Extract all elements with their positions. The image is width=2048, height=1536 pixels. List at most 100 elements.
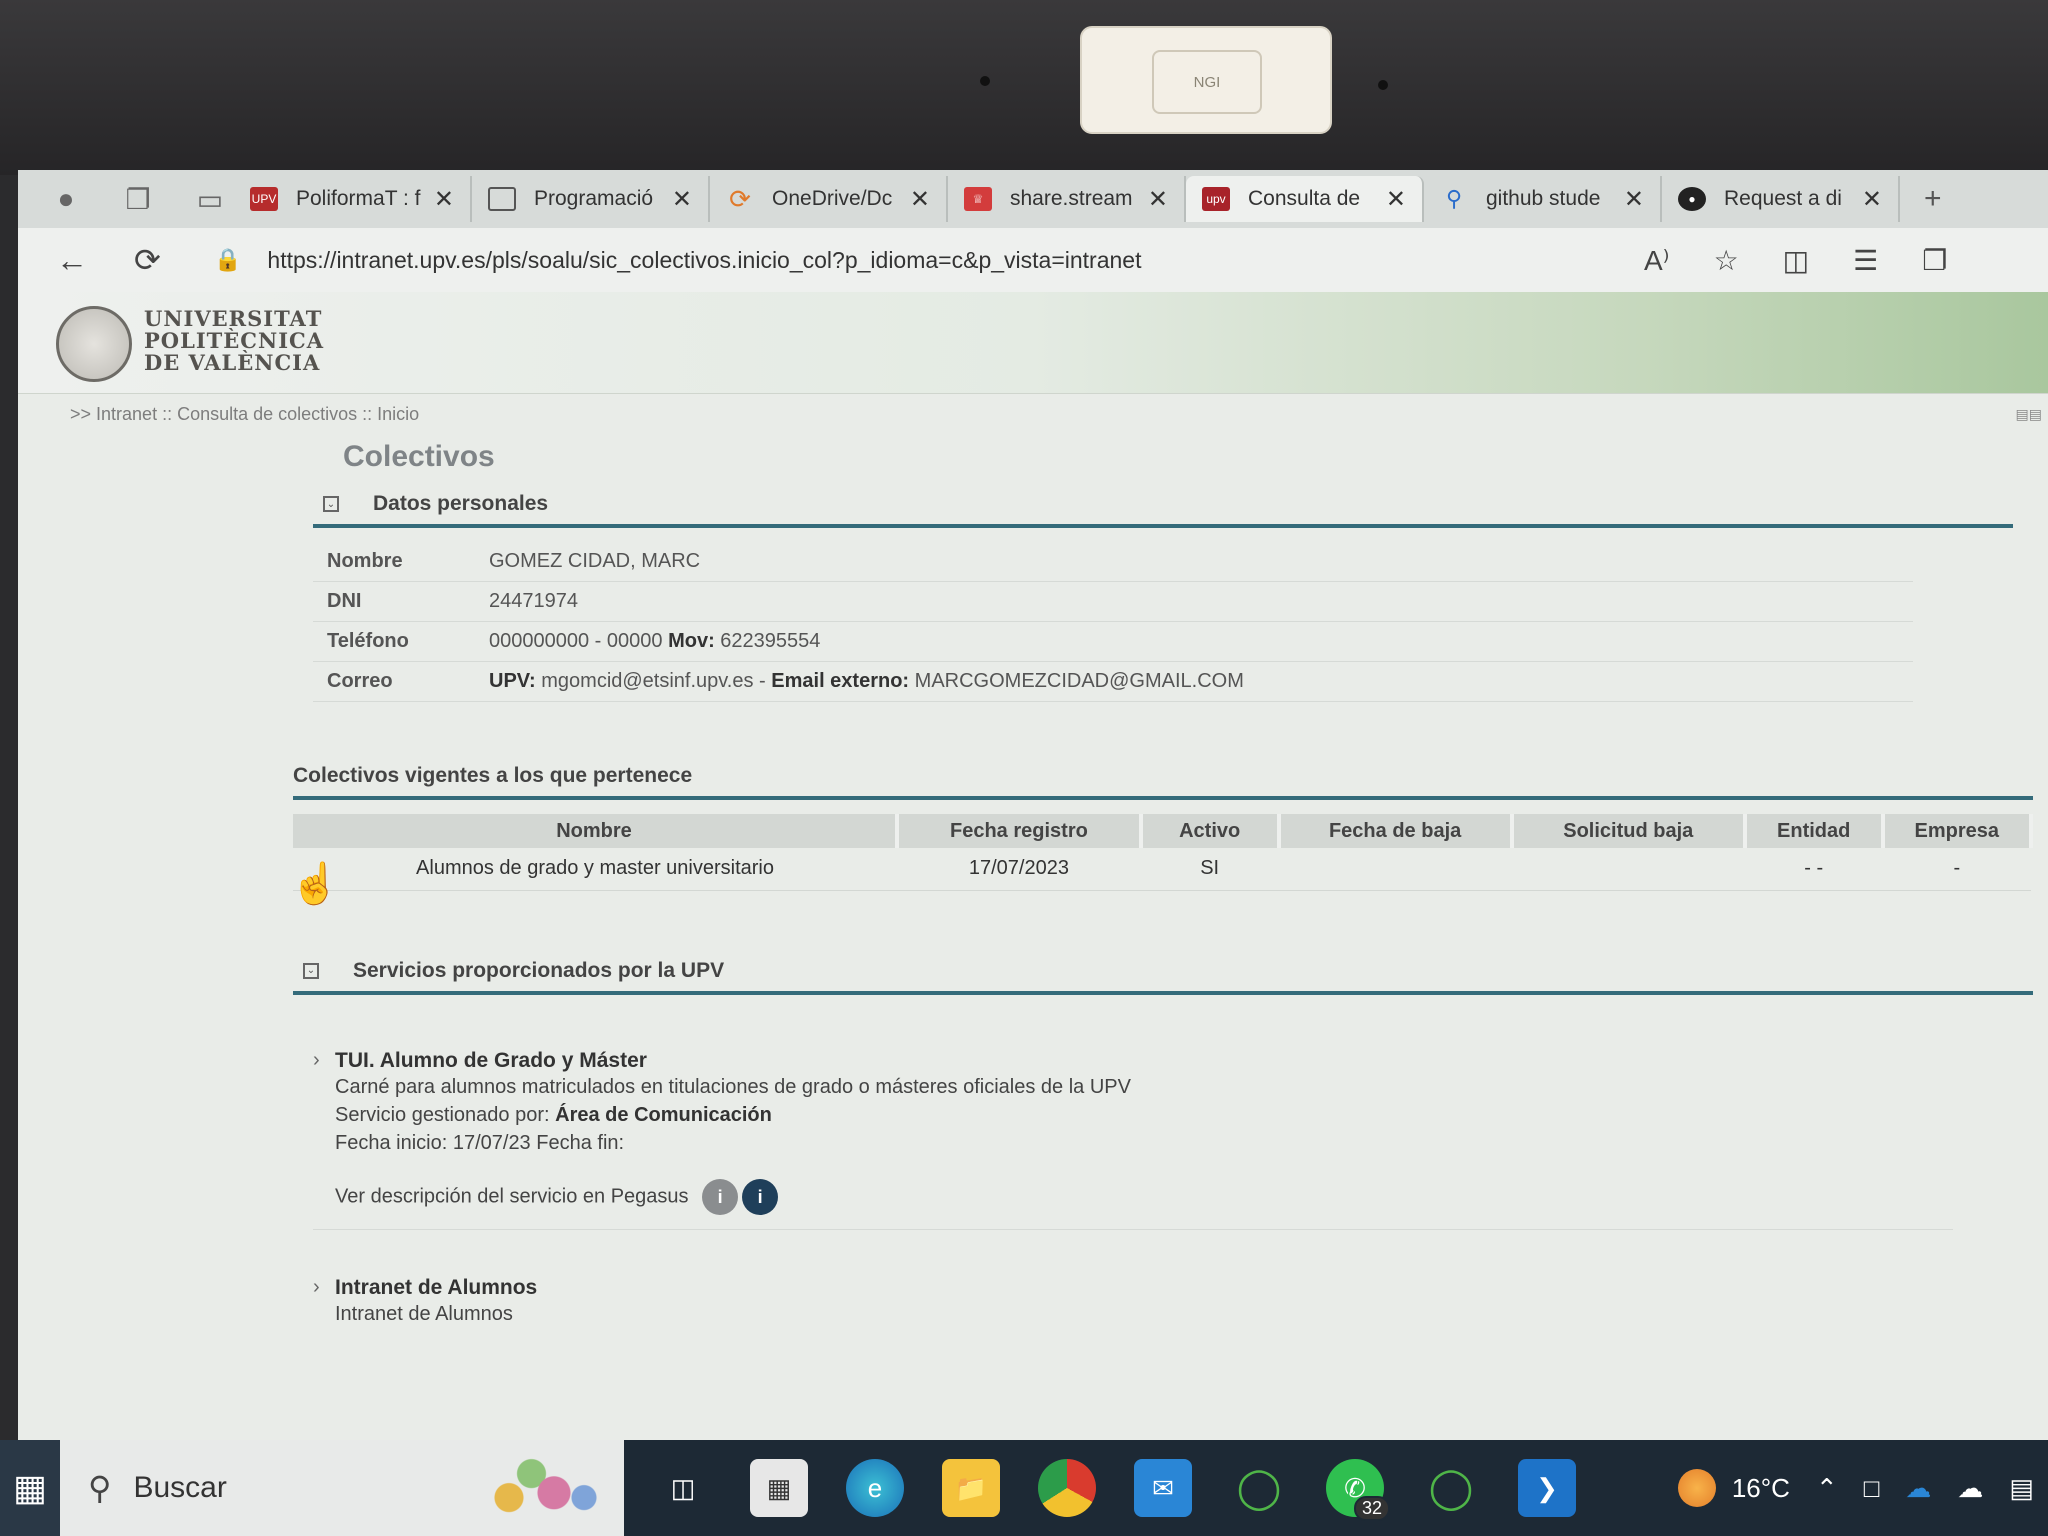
mail-icon[interactable]: ✉ (1134, 1459, 1192, 1517)
column-header: Fecha de baja (1278, 814, 1514, 848)
chevron-right-icon[interactable]: › (313, 1049, 335, 1073)
university-name-line3: DE VALÈNCIA (144, 350, 321, 375)
tab-title: OneDrive/Dc (772, 187, 893, 210)
main-content: Colectivos ⌄ Datos personales Nombre GOM… (293, 440, 2034, 1342)
favorite-star-icon[interactable]: ☆ (1714, 244, 1739, 277)
search-label: Buscar (133, 1471, 227, 1504)
webcam-cover-label: NGI (1152, 50, 1262, 114)
info-row-correo: Correo UPV: mgomcid@etsinf.upv.es - Emai… (313, 662, 1913, 702)
table-cell: Alumnos de grado y master universitario (293, 848, 898, 891)
external-email-value: MARCGOMEZCIDAD@GMAIL.COM (914, 670, 1244, 692)
service-title-row[interactable]: › TUI. Alumno de Grado y Máster (313, 1049, 1953, 1073)
whatsapp-icon[interactable]: ✆ 32 (1326, 1459, 1390, 1521)
info-icon-dark[interactable]: i (742, 1178, 779, 1215)
close-tab-icon[interactable]: ✕ (910, 185, 930, 214)
close-tab-icon[interactable]: ✕ (434, 185, 454, 214)
close-tab-icon[interactable]: ✕ (1386, 185, 1406, 214)
service-managed-by: Servicio gestionado por: Área de Comunic… (335, 1101, 1953, 1129)
screen: ● ❐ ▭ UPV PoliformaT : f ✕ ​ Programació… (18, 170, 2048, 1536)
url-text: https://intranet.upv.es/pls/soalu/sic_co… (267, 246, 1142, 273)
section-datos-personales[interactable]: ⌄ Datos personales (313, 492, 2013, 528)
tab-consulta[interactable]: upv Consulta de ✕ (1186, 176, 1424, 222)
info-label: Teléfono (327, 630, 409, 652)
table-cell (1278, 848, 1512, 891)
info-value: 000000000 - 00000 Mov: 622395554 (489, 630, 820, 653)
collapse-icon[interactable]: ⌄ (303, 962, 319, 979)
new-tab-button[interactable]: + (1924, 182, 1942, 216)
personal-data-table: Nombre GOMEZ CIDAD, MARC DNI 24471974 Te… (313, 542, 2033, 702)
loading-circle-icon[interactable]: ◯ (1230, 1459, 1288, 1517)
back-arrow-icon[interactable]: ← (56, 242, 96, 279)
loading-circle-icon-2[interactable]: ◯ (1422, 1459, 1480, 1517)
chrome-icon[interactable] (1038, 1459, 1096, 1517)
pegasus-link[interactable]: Ver descripción del servicio en Pegasus (335, 1185, 689, 1207)
tab-title: Programació (534, 187, 654, 210)
bezel-dot-right (1378, 80, 1388, 90)
service-title-row[interactable]: › Intranet de Alumnos (313, 1276, 1953, 1300)
notification-badge: 32 (1353, 1496, 1390, 1521)
page-title: Colectivos (343, 440, 495, 473)
edge-browser-icon[interactable]: e (846, 1459, 904, 1517)
profile-icon[interactable]: ● (42, 179, 90, 219)
crown-icon: ♕ (964, 187, 992, 211)
chevron-up-icon[interactable]: ⌃ (1816, 1473, 1838, 1504)
taskbar-search[interactable]: ⚲ Buscar (60, 1440, 624, 1536)
managed-by-value: Área de Comunicación (555, 1103, 772, 1126)
section-servicios[interactable]: ⌄ Servicios proporcionados por la UPV (293, 959, 2033, 995)
weather-widget[interactable]: 16°C (1677, 1469, 1790, 1507)
upv-seal-logo (56, 306, 132, 382)
service-title: Intranet de Alumnos (335, 1275, 538, 1299)
close-tab-icon[interactable]: ✕ (1148, 185, 1168, 214)
bezel-dot-left (980, 76, 990, 86)
file-explorer-icon[interactable]: 📁 (942, 1459, 1000, 1517)
split-screen-icon[interactable]: ◫ (1783, 244, 1809, 277)
close-tab-icon[interactable]: ✕ (1624, 185, 1644, 214)
info-label: DNI (327, 590, 362, 612)
onedrive-icon[interactable]: ☁ (1905, 1473, 1931, 1504)
taskbar-apps: ◫ ▦ e 📁 ✉ ◯ ✆ 32 ◯ ❯ (654, 1459, 1576, 1521)
collections-add-icon[interactable]: ❐ (1922, 244, 1947, 277)
tab-actions-icon[interactable]: ▭ (186, 179, 234, 219)
column-header: Activo (1140, 814, 1281, 848)
info-value: UPV: mgomcid@etsinf.upv.es - Email exter… (489, 670, 1244, 693)
pegasus-row: Ver descripción del servicio en Pegasus … (335, 1178, 1953, 1215)
collapse-icon[interactable]: ⌄ (323, 496, 339, 512)
microsoft-store-icon[interactable]: ▦ (750, 1459, 808, 1517)
vscode-icon[interactable]: ❯ (1518, 1459, 1576, 1517)
print-icons[interactable]: ▤▤ (2016, 406, 2042, 423)
collections-icon[interactable]: ❐ (114, 179, 162, 219)
university-name: UNIVERSITAT POLITÈCNICA DE VALÈNCIA (144, 308, 324, 374)
task-view-icon[interactable]: ◫ (654, 1459, 712, 1517)
breadcrumb[interactable]: >> Intranet :: Consulta de colectivos ::… (70, 404, 419, 425)
column-header: Solicitud baja (1511, 814, 1747, 848)
info-icon[interactable]: i (702, 1178, 739, 1215)
tab-onedrive[interactable]: ⟳ OneDrive/Dc ✕ (710, 176, 948, 222)
tab-github-student[interactable]: ⚲ github stude ✕ (1424, 176, 1662, 222)
tab-request[interactable]: ● Request a di ✕ (1662, 176, 1900, 222)
windows-start-icon[interactable]: ▦ (0, 1440, 60, 1536)
loading-spinner-icon: ⟳ (729, 183, 751, 214)
cloud-icon[interactable]: ☁ (1957, 1473, 1983, 1504)
table-cell: - - (1744, 848, 1883, 891)
laptop-bezel: NGI (0, 0, 2048, 175)
university-name-line2: POLITÈCNICA (144, 328, 325, 353)
info-label: Nombre (327, 550, 403, 572)
service-dates: Fecha inicio: 17/07/23 Fecha fin: (335, 1131, 625, 1154)
favorites-list-icon[interactable]: ☰ (1853, 244, 1878, 277)
tab-poliformat[interactable]: UPV PoliformaT : f ✕ (234, 176, 472, 222)
tab-title: share.stream (1010, 187, 1133, 210)
tab-sharestream[interactable]: ♕ share.stream ✕ (948, 176, 1186, 222)
github-icon: ● (1678, 187, 1706, 211)
read-aloud-icon[interactable]: A⁾ (1644, 244, 1670, 277)
close-tab-icon[interactable]: ✕ (1862, 185, 1882, 214)
meet-icon[interactable]: □ (1864, 1473, 1880, 1504)
info-value: GOMEZ CIDAD, MARC (489, 550, 701, 572)
upv-favicon-icon: upv (1202, 187, 1230, 211)
refresh-icon[interactable]: ⟳ (134, 241, 174, 279)
chevron-right-icon[interactable]: › (313, 1276, 335, 1300)
url-field[interactable]: 🔒 https://intranet.upv.es/pls/soalu/sic_… (214, 247, 1634, 274)
display-icon[interactable]: ▤ (2009, 1473, 2034, 1504)
tab-programacion[interactable]: ​ Programació ✕ (472, 176, 710, 222)
close-tab-icon[interactable]: ✕ (672, 185, 692, 214)
address-bar-actions: A⁾ ☆ ◫ ☰ ❐ (1644, 244, 1947, 277)
